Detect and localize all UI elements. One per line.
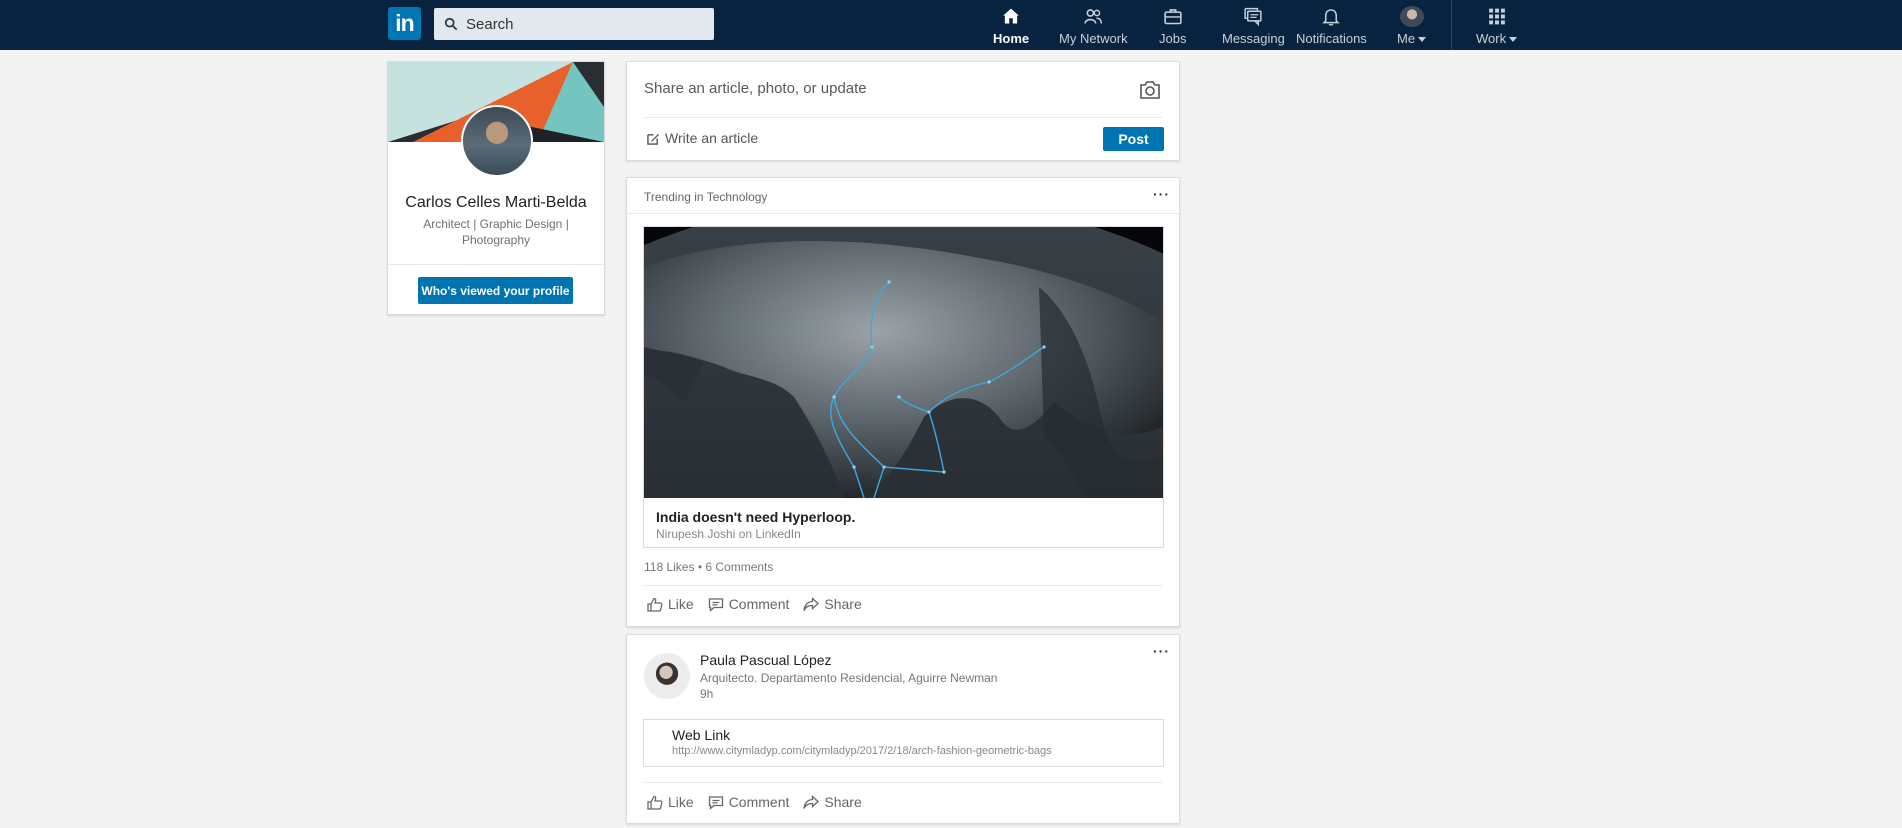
post-timestamp: 9h <box>700 687 714 701</box>
search-box[interactable] <box>434 8 714 40</box>
poster-headline: Arquitecto. Departamento Residencial, Ag… <box>700 671 998 685</box>
share-box: Share an article, photo, or update Write… <box>626 61 1180 161</box>
trending-card: Trending in Technology ··· India doesn't… <box>626 177 1180 627</box>
comment-button[interactable]: Comment <box>708 596 790 612</box>
earth-map-illustration <box>644 227 1163 498</box>
poster-name[interactable]: Paula Pascual López <box>700 652 832 668</box>
social-counts[interactable]: 118 Likes • 6 Comments <box>644 560 773 574</box>
nav-messaging-label: Messaging <box>1222 31 1285 46</box>
divider <box>627 213 1179 214</box>
comment-button[interactable]: Comment <box>708 794 790 810</box>
nav-home-label: Home <box>993 31 1030 46</box>
profile-headline: Architect | Graphic Design | Photography <box>423 217 569 247</box>
more-options-icon[interactable]: ··· <box>1153 186 1170 202</box>
link-title: Web Link <box>672 727 731 743</box>
more-options-icon[interactable]: ··· <box>1153 643 1170 659</box>
like-label: Like <box>668 794 694 810</box>
article-title[interactable]: India doesn't need Hyperloop. <box>656 509 855 525</box>
share-label: Share <box>824 596 862 612</box>
nav-work[interactable]: Work <box>1476 6 1518 46</box>
thumbs-up-icon <box>647 597 663 612</box>
camera-icon[interactable] <box>1139 80 1161 100</box>
share-label: Share <box>824 794 862 810</box>
thumbs-up-icon <box>647 795 663 810</box>
nav-me-label: Me <box>1397 31 1416 46</box>
comment-icon <box>708 597 723 612</box>
poster-avatar[interactable] <box>644 653 690 699</box>
nav-messaging[interactable]: Messaging <box>1222 6 1285 46</box>
home-icon <box>1003 8 1019 24</box>
grid-icon <box>1488 8 1505 25</box>
caret-down-icon <box>1509 37 1518 43</box>
divider <box>644 782 1162 783</box>
article-preview[interactable]: India doesn't need Hyperloop. Nirupesh J… <box>643 226 1164 548</box>
edit-icon <box>647 133 660 145</box>
post-actions: Like Comment Share <box>647 794 862 810</box>
divider <box>644 585 1162 586</box>
profile-avatar[interactable] <box>461 105 533 177</box>
global-nav: in Home My Network Jobs Messaging Notifi… <box>0 0 1902 50</box>
comment-label: Comment <box>728 794 790 810</box>
caret-down-icon <box>1418 37 1427 43</box>
nav-jobs-label: Jobs <box>1159 31 1187 46</box>
linkedin-logo[interactable]: in <box>388 7 421 40</box>
post-button[interactable]: Post <box>1103 127 1164 151</box>
divider <box>644 117 1162 118</box>
profile-name[interactable]: Carlos Celles Marti-Belda <box>388 194 604 212</box>
article-source: Nirupesh Joshi on LinkedIn <box>656 527 801 541</box>
nav-work-label: Work <box>1476 31 1507 46</box>
comment-icon <box>708 795 723 810</box>
article-actions: Like Comment Share <box>647 596 862 612</box>
nav-jobs[interactable]: Jobs <box>1159 6 1186 46</box>
like-label: Like <box>668 596 694 612</box>
link-url: http://www.citymladyp.com/citymladyp/201… <box>672 745 1052 757</box>
people-icon <box>1084 9 1103 24</box>
nav-home[interactable]: Home <box>993 6 1029 46</box>
like-button[interactable]: Like <box>647 596 694 612</box>
nav-notifications-label: Notifications <box>1296 31 1367 46</box>
write-article-label: Write an article <box>665 130 759 146</box>
search-icon <box>444 17 458 31</box>
like-button[interactable]: Like <box>647 794 694 810</box>
nav-me[interactable]: Me <box>1397 6 1427 46</box>
nav-notifications[interactable]: Notifications <box>1296 6 1367 46</box>
write-article-link[interactable]: Write an article <box>647 130 758 146</box>
share-input[interactable]: Share an article, photo, or update <box>644 80 867 97</box>
web-link-preview[interactable]: Web Link http://www.citymladyp.com/citym… <box>643 719 1164 767</box>
chat-icon <box>1244 7 1263 27</box>
search-input[interactable] <box>466 15 706 33</box>
share-arrow-icon <box>803 794 820 809</box>
share-button[interactable]: Share <box>803 794 862 810</box>
divider <box>388 264 604 265</box>
trending-header: Trending in Technology <box>644 190 768 204</box>
profile-card: Carlos Celles Marti-Belda Architect | Gr… <box>387 61 605 315</box>
feed-post: Paula Pascual López Arquitecto. Departam… <box>626 634 1180 824</box>
bell-icon <box>1322 9 1341 26</box>
nav-divider <box>1451 0 1452 50</box>
share-arrow-icon <box>803 596 820 611</box>
share-button[interactable]: Share <box>803 596 862 612</box>
briefcase-icon <box>1164 9 1182 25</box>
me-avatar <box>1399 6 1424 27</box>
whos-viewed-profile-button[interactable]: Who's viewed your profile <box>418 277 573 304</box>
nav-my-network[interactable]: My Network <box>1059 6 1128 46</box>
nav-my-network-label: My Network <box>1059 31 1128 46</box>
article-image <box>644 227 1163 498</box>
comment-label: Comment <box>728 596 790 612</box>
